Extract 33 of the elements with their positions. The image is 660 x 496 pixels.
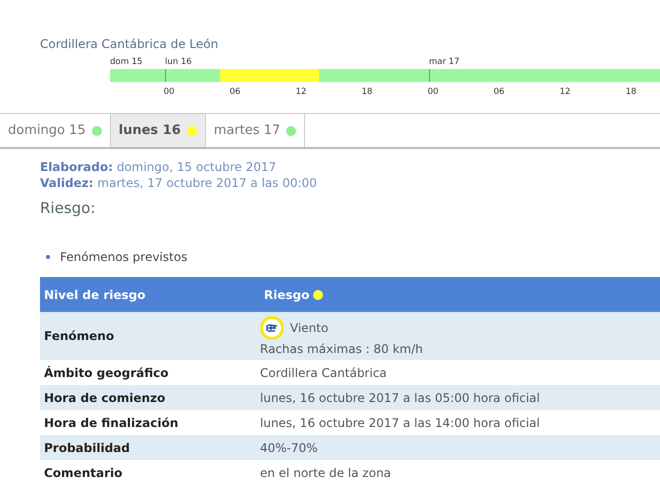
hour-tick: 00 (428, 87, 438, 97)
phenomenon-name: Viento (290, 321, 328, 335)
row-label: Fenómeno (40, 312, 260, 360)
day-marker (165, 69, 166, 82)
hour-tick: 06 (230, 87, 240, 97)
phenomenon-detail: Rachas máximas : 80 km/h (260, 342, 423, 356)
day-label: lun 16 (165, 57, 192, 67)
wind-icon (260, 316, 284, 340)
column-header: Nivel de riesgo (40, 277, 260, 312)
hour-tick: 12 (560, 87, 570, 97)
row-label: Probabilidad (40, 435, 260, 460)
row-value: lunes, 16 octubre 2017 a las 05:00 hora oficial (260, 385, 660, 410)
tab-label: domingo 15 (8, 123, 86, 138)
section-title: Riesgo: (40, 199, 96, 219)
column-header: Riesgo (264, 288, 310, 302)
hour-tick: 06 (494, 87, 504, 97)
zone-title: Cordillera Cantábrica de León (40, 37, 220, 53)
day-tab[interactable]: lunes 16 (110, 114, 206, 147)
meta-line: Validez: martes, 17 octubre 2017 a las 00:00 (40, 175, 318, 191)
bullet-icon (46, 255, 50, 259)
row-value: 40%-70% (260, 435, 660, 460)
day-label: dom 15 (110, 57, 142, 67)
hour-tick: 00 (164, 87, 174, 97)
hour-tick: 18 (362, 87, 372, 97)
list-item: Fenómenos previstos (60, 250, 188, 264)
hour-tick: 18 (626, 87, 636, 97)
tab-label: lunes 16 (118, 123, 181, 138)
meta-line: Elaborado: domingo, 15 octubre 2017 (40, 159, 278, 175)
day-marker (429, 69, 430, 82)
tab-label: martes 17 (214, 123, 280, 138)
row-label: Hora de comienzo (40, 385, 260, 410)
hour-tick: 12 (296, 87, 306, 97)
day-label: mar 17 (429, 57, 460, 67)
